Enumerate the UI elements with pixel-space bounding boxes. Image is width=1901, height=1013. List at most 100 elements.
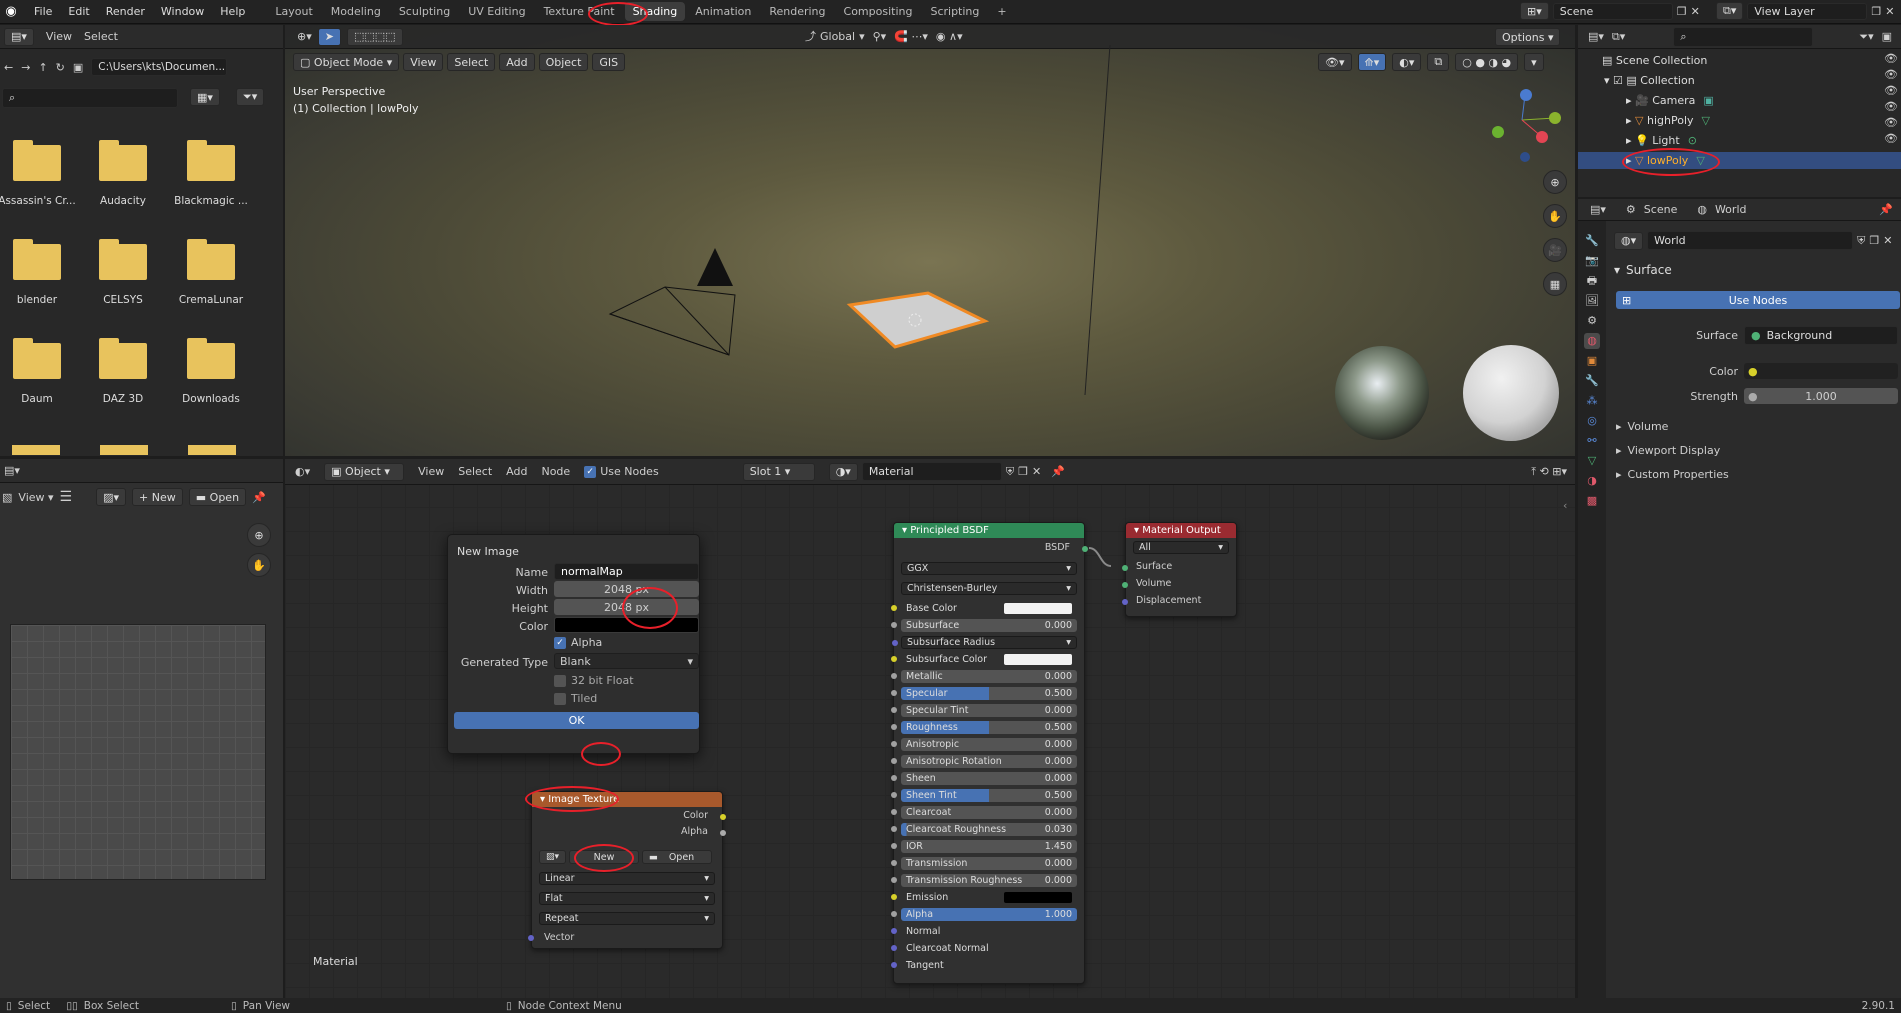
outliner-item-camera[interactable]: ▸ 🎥 Camera ▣ — [1578, 92, 1844, 109]
tab-animation[interactable]: Animation — [687, 2, 759, 21]
scene-tab-icon[interactable]: ⚙ — [1584, 313, 1600, 329]
collapse-arrow-icon[interactable]: ▾ — [1604, 74, 1613, 87]
physics-tab-icon[interactable]: ◎ — [1584, 413, 1600, 429]
zoom-icon[interactable]: ⊕ — [247, 523, 271, 547]
folder-item[interactable]: Daum — [0, 338, 80, 405]
ortho-toggle-icon[interactable]: ▦ — [1543, 272, 1567, 296]
eye-icon[interactable]: 👁 — [1884, 132, 1898, 145]
3d-viewport[interactable]: ⊕▾ ➤ ⬚⬚⬚⬚ ⤴ Global ▾ ⚲▾ 🧲 ⋯▾ ◉ ∧▾ Options … — [285, 25, 1575, 456]
world-name-field[interactable]: World — [1647, 231, 1854, 250]
tab-layout[interactable]: Layout — [267, 2, 320, 21]
image-view-menu[interactable]: View ▾ — [18, 491, 53, 504]
menu-window[interactable]: Window — [153, 5, 212, 18]
hamburger-menu-icon[interactable]: ☰ — [60, 489, 73, 505]
filter-icon[interactable]: ⏷▾ — [236, 88, 265, 106]
viewport-display-panel[interactable]: ▸ Viewport Display — [1616, 444, 1720, 457]
texture-tab-icon[interactable]: ▩ — [1584, 493, 1600, 509]
refresh-icon[interactable]: ↻ — [56, 61, 65, 74]
editor-type-icon[interactable]: ▤▾ — [4, 27, 34, 46]
unlink-world-icon[interactable]: ✕ — [1883, 234, 1892, 247]
eye-icon[interactable]: 👁 — [1884, 100, 1898, 113]
volume-input-socket[interactable] — [1122, 582, 1128, 588]
volume-panel[interactable]: ▸ Volume — [1616, 420, 1668, 433]
display-mode-icon[interactable]: ▦▾ — [190, 88, 220, 106]
image-browse-icon[interactable]: ▨▾ — [96, 488, 127, 506]
tab-scripting[interactable]: Scripting — [922, 2, 987, 21]
pan-hand-icon[interactable]: ✋ — [1543, 204, 1567, 228]
camera-view-icon[interactable]: 🎥 — [1543, 238, 1567, 262]
pan-hand-icon[interactable]: ✋ — [247, 553, 271, 577]
filter-icon[interactable]: ⏷▾ — [1859, 30, 1873, 44]
folder-item[interactable]: CELSYS — [80, 239, 166, 306]
eye-icon[interactable]: 👁 — [1884, 52, 1898, 65]
use-nodes-button[interactable]: ⊞ Use Nodes — [1616, 291, 1900, 309]
view-layer-field[interactable]: View Layer — [1747, 2, 1868, 20]
sidebar-toggle-icon[interactable]: ‹ — [1563, 499, 1567, 512]
new-folder-icon[interactable]: ▣ — [73, 61, 83, 74]
scene-name-field[interactable]: Scene — [1552, 2, 1673, 20]
color-field[interactable]: ● — [1744, 363, 1898, 379]
world-browse-icon[interactable]: ◍▾ — [1614, 231, 1644, 250]
open-image-button[interactable]: ▬ Open — [188, 488, 247, 506]
folder-item[interactable]: Blackmagic ... — [168, 140, 254, 207]
view-layer-browse-icon[interactable]: ⧉▾ — [1716, 2, 1744, 20]
menu-help[interactable]: Help — [212, 5, 253, 18]
particles-tab-icon[interactable]: ⁂ — [1584, 393, 1600, 409]
folder-item[interactable]: CremaLunar — [168, 239, 254, 306]
copy-view-layer-icon[interactable]: ❐ — [1871, 5, 1881, 18]
material-output-node[interactable]: ▾ Material Output All ▾ Surface Volume Di… — [1122, 522, 1237, 617]
close-view-layer-icon[interactable]: ✕ — [1885, 5, 1894, 18]
eye-icon[interactable]: 👁 — [1884, 84, 1898, 97]
file-select-menu[interactable]: Select — [84, 30, 118, 43]
editor-type-icon[interactable]: ▤▾ — [4, 464, 20, 477]
surface-panel-header[interactable]: ▾ Surface — [1614, 263, 1672, 277]
outliner-search-input[interactable]: ⌕ — [1673, 26, 1814, 47]
outliner-collection[interactable]: ▾ ☑ ▤ Collection — [1578, 72, 1844, 89]
camera-triangle[interactable] — [697, 248, 733, 286]
scene-browse-icon[interactable]: ⊞▾ — [1520, 2, 1549, 20]
custom-properties-panel[interactable]: ▸ Custom Properties — [1616, 468, 1729, 481]
copy-world-icon[interactable]: ❐ — [1869, 234, 1879, 247]
parent-dir-icon[interactable]: ↑ — [38, 61, 47, 74]
folder-item[interactable]: Downloads — [168, 338, 254, 405]
lowpoly-plane[interactable] — [846, 291, 990, 349]
fake-user-icon[interactable]: ⛨ — [1857, 234, 1865, 248]
breadcrumb-world[interactable]: World — [1715, 203, 1747, 216]
outliner-scene-collection[interactable]: ▤ Scene Collection — [1578, 52, 1844, 69]
file-path-field[interactable]: C:\Users\kts\Documen... — [91, 58, 228, 76]
folder-item[interactable]: DAZ 3D — [80, 338, 166, 405]
menu-edit[interactable]: Edit — [60, 5, 97, 18]
pin-icon[interactable]: 📌 — [1879, 203, 1893, 216]
folder-item[interactable]: Assassin's Cr... — [0, 140, 80, 207]
new-collection-icon[interactable]: ▣ — [1882, 30, 1892, 43]
breadcrumb-scene[interactable]: Scene — [1644, 203, 1678, 216]
view-layer-tab-icon[interactable]: 🖼 — [1584, 293, 1600, 309]
surface-input-socket[interactable] — [1122, 565, 1128, 571]
outliner-item-light[interactable]: ▸ 💡 Light ⊙ — [1578, 132, 1844, 149]
displacement-input-socket[interactable] — [1122, 599, 1128, 605]
forward-arrow-icon[interactable]: → — [21, 61, 30, 74]
folder-item[interactable]: Audacity — [80, 140, 166, 207]
file-view-menu[interactable]: View — [46, 30, 72, 43]
strength-field[interactable]: ● 1.000 — [1744, 388, 1898, 404]
editor-type-icon[interactable]: ▤▾ — [1588, 30, 1604, 43]
node-editor[interactable]: ◐▾ ▣ Object ▾ View Select Add Node ✓ Use … — [285, 459, 1575, 998]
checkbox-icon[interactable]: ☑ — [1613, 74, 1626, 87]
eye-icon[interactable]: 👁 — [1884, 116, 1898, 129]
tab-modeling[interactable]: Modeling — [323, 2, 389, 21]
add-workspace-icon[interactable]: + — [989, 2, 1014, 21]
tab-compositing[interactable]: Compositing — [836, 2, 921, 21]
eye-icon[interactable]: 👁 — [1884, 68, 1898, 81]
modifier-tab-icon[interactable]: 🔧 — [1584, 373, 1600, 389]
menu-file[interactable]: File — [26, 5, 60, 18]
editor-type-icon[interactable]: ▤▾ — [1590, 203, 1606, 216]
image-mode-icon[interactable]: ▧ — [2, 491, 12, 504]
image-canvas-grid[interactable] — [10, 624, 266, 880]
surface-shader-field[interactable]: ● Background — [1744, 326, 1898, 345]
close-scene-icon[interactable]: ✕ — [1691, 5, 1700, 18]
object-tab-icon[interactable]: ▣ — [1584, 353, 1600, 369]
material-tab-icon[interactable]: ◑ — [1584, 473, 1600, 489]
output-tab-icon[interactable]: 🖶 — [1584, 273, 1600, 289]
outliner-item-highpoly[interactable]: ▸ ▽ highPoly ▽ — [1578, 112, 1844, 129]
blender-logo-icon[interactable]: ◉ — [0, 4, 22, 19]
